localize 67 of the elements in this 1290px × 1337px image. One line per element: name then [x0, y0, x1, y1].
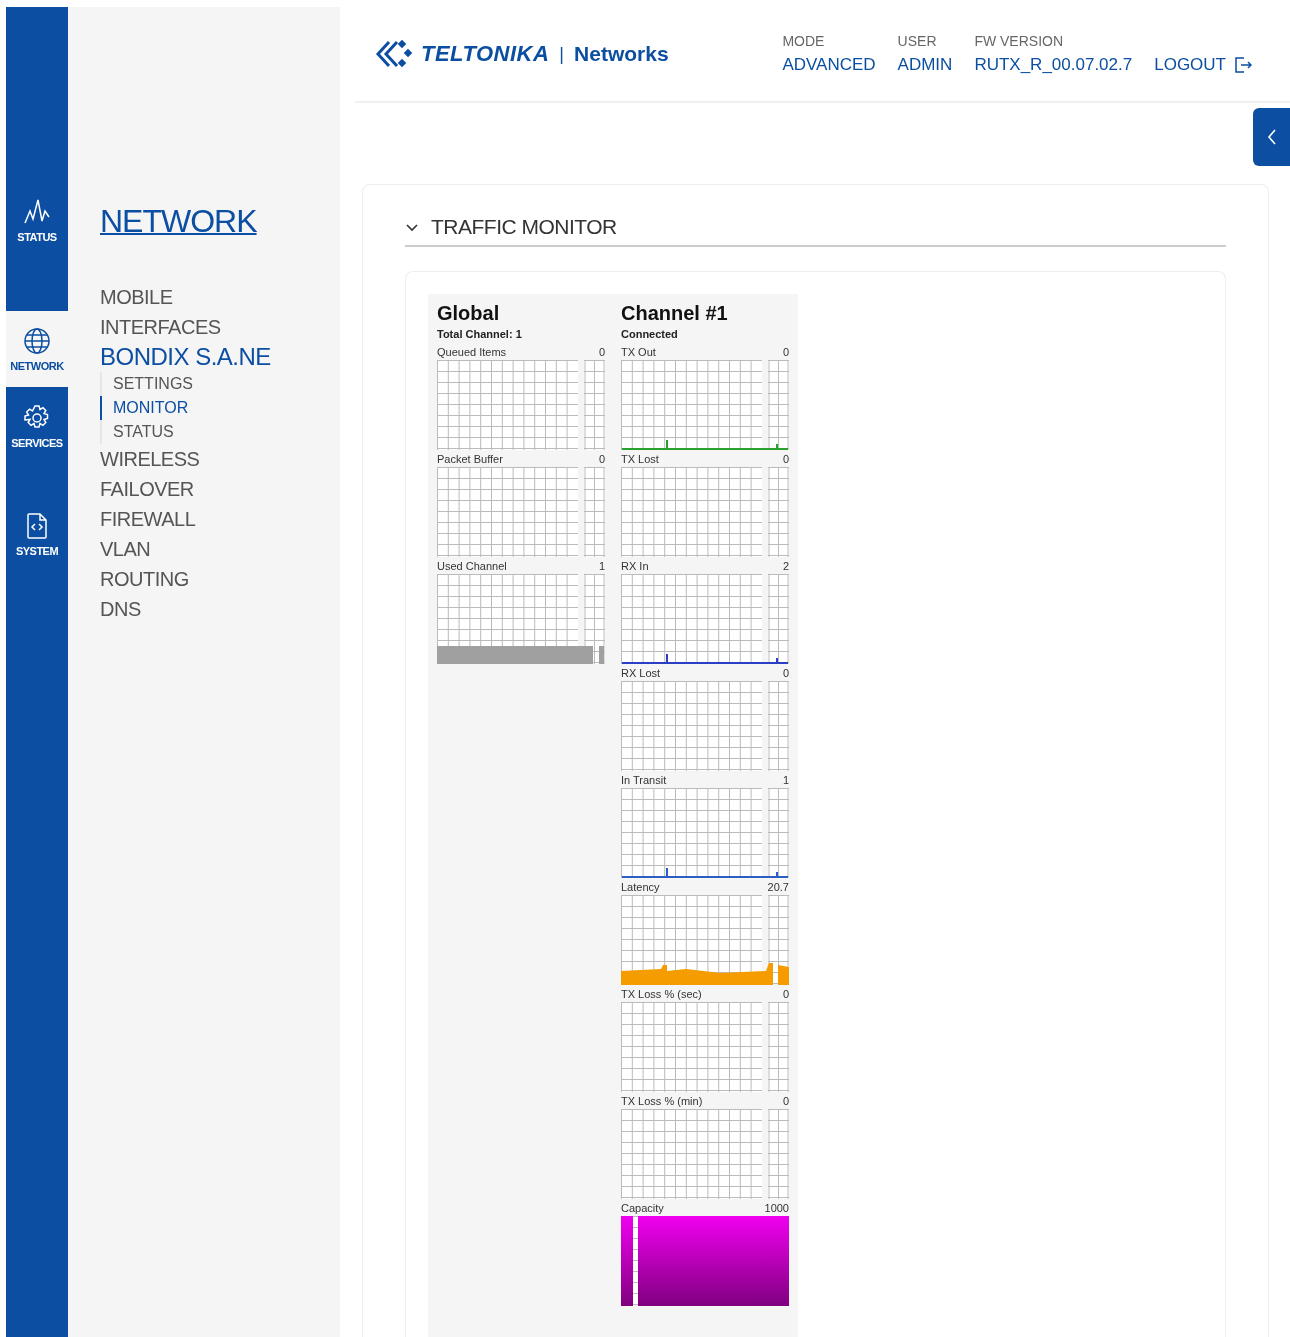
rail-item[interactable]: SERVICES: [6, 403, 68, 511]
menu-item[interactable]: FAILOVER: [100, 474, 194, 504]
menu-item[interactable]: BONDIX S.A.NE: [100, 342, 271, 372]
graph-label: RX Lost: [621, 667, 661, 681]
submenu-item[interactable]: MONITOR: [100, 396, 189, 420]
graph-value: 0: [782, 453, 789, 467]
rail-label: NETWORK: [10, 360, 64, 372]
graph-value: 2: [782, 560, 789, 574]
graph-label: TX Loss % (min): [621, 1095, 703, 1109]
info-label: MODE: [782, 33, 826, 49]
graph-value: 1000: [764, 1202, 789, 1216]
graph-value: 0: [782, 667, 789, 681]
column-subtitle: Total Channel: 1: [437, 328, 523, 340]
menu-item[interactable]: INTERFACES: [100, 312, 221, 342]
graph-label: Latency: [621, 881, 660, 895]
product-name: Networks: [574, 42, 669, 66]
graph-value: 0: [598, 346, 605, 360]
info-label: USER: [897, 33, 938, 49]
graph-value: 1: [782, 774, 789, 788]
logout-icon: [1234, 56, 1252, 74]
diamond-logo-icon: [375, 39, 415, 69]
menu-item[interactable]: VLAN: [100, 534, 151, 564]
graph-value: 0: [782, 988, 789, 1002]
graph-label: Packet Buffer: [437, 453, 503, 467]
column-title: Global: [437, 302, 501, 325]
submenu-item[interactable]: SETTINGS: [100, 372, 193, 396]
section-header[interactable]: TRAFFIC MONITOR: [405, 215, 1226, 247]
chevron-down-icon: [405, 222, 419, 232]
rail-label: STATUS: [17, 231, 57, 243]
brand-name: TELTONIKA: [421, 41, 550, 67]
graph-label: Capacity: [621, 1202, 664, 1216]
rail-label: SYSTEM: [15, 545, 59, 557]
submenu-item[interactable]: STATUS: [100, 420, 174, 444]
info-value: ADVANCED: [782, 55, 876, 75]
logout-link[interactable]: LOGOUT: [1154, 55, 1252, 75]
menu-item[interactable]: FIREWALL: [100, 504, 196, 534]
info-value: RUTX_R_00.07.02.7: [974, 55, 1133, 75]
sidebar-title[interactable]: NETWORK: [100, 203, 257, 240]
column-title: Channel #1: [621, 302, 729, 325]
graph-value: 1: [598, 560, 605, 574]
chevron-left-icon: [1265, 127, 1278, 147]
graph-label: TX Out: [621, 346, 656, 360]
info-label: FW VERSION: [974, 33, 1065, 49]
graph-label: In Transit: [621, 774, 667, 788]
rail-label: SERVICES: [11, 437, 63, 449]
rail-item[interactable]: NETWORK: [6, 311, 68, 387]
graph-label: Used Channel: [437, 560, 507, 574]
logo-separator: |: [559, 43, 565, 65]
graph-value: 20.7: [767, 881, 789, 895]
section-title: TRAFFIC MONITOR: [431, 215, 617, 239]
column-subtitle: Connected: [621, 328, 679, 340]
rail-item[interactable]: STATUS: [6, 197, 68, 305]
graph-label: Queued Items: [437, 346, 507, 360]
menu-item[interactable]: DNS: [100, 594, 141, 624]
graph-label: TX Lost: [621, 453, 659, 467]
info-value: ADMIN: [897, 55, 953, 75]
graph-value: 0: [782, 1095, 789, 1109]
menu-item[interactable]: ROUTING: [100, 564, 189, 594]
collapse-button[interactable]: [1253, 108, 1290, 166]
graph-value: 0: [782, 346, 789, 360]
menu-item[interactable]: WIRELESS: [100, 444, 200, 474]
menu-item[interactable]: MOBILE: [100, 282, 173, 312]
graph-label: TX Loss % (sec): [621, 988, 702, 1002]
rail-item[interactable]: SYSTEM: [6, 511, 68, 619]
globe-icon: [22, 326, 52, 356]
graph-value: 0: [598, 453, 605, 467]
graph-label: RX In: [621, 560, 649, 574]
